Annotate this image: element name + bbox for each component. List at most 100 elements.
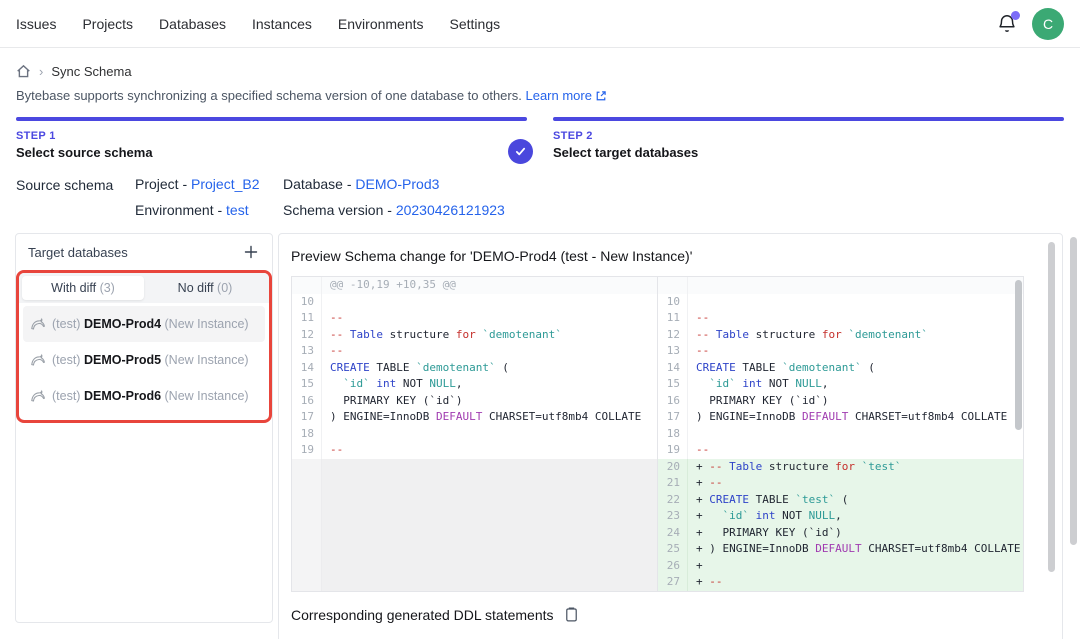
diff-added-line: 26+ — [658, 558, 1023, 575]
learn-more-link[interactable]: Learn more — [525, 88, 591, 103]
diff-line-code — [322, 426, 657, 443]
diff-line-code: PRIMARY KEY (`id`) — [322, 393, 657, 410]
external-link-icon — [595, 90, 607, 105]
diff-line-code: CREATE TABLE `demotenant` ( — [322, 360, 657, 377]
ddl-section-header: Corresponding generated DDL statements — [291, 606, 1050, 623]
home-icon[interactable] — [16, 64, 31, 79]
diff-line-code: + — [688, 558, 1023, 575]
diff-line-number: 24 — [658, 525, 688, 542]
add-target-database-button[interactable] — [242, 243, 260, 261]
nav-item-databases[interactable]: Databases — [159, 16, 226, 32]
notification-dot — [1011, 11, 1020, 20]
project-link[interactable]: Project_B2 — [191, 176, 259, 192]
diff-line-code: -- — [322, 442, 657, 459]
source-project-field: Project - Project_B2 — [135, 176, 283, 192]
diff-line-number: 26 — [658, 558, 688, 575]
diff-line-number: 18 — [658, 426, 688, 443]
tab-with-diff[interactable]: With diff (3) — [22, 276, 144, 300]
diff-line-number: 20 — [658, 459, 688, 476]
diff-line-number: 17 — [658, 409, 688, 426]
db-env: (test) — [52, 389, 84, 403]
diff-line-number: 27 — [658, 574, 688, 591]
schema-diff-viewer: @@ -10,19 +10,35 @@1011--12-- Table stru… — [291, 276, 1024, 592]
diff-line-code: + CREATE TABLE `test` ( — [688, 492, 1023, 509]
diff-line: 11-- — [292, 310, 657, 327]
diff-line-number: 14 — [292, 360, 322, 377]
diff-line: 15 `id` int NOT NULL, — [658, 376, 1023, 393]
schema-version-label: Schema version - — [283, 202, 396, 218]
diff-line: 12-- Table structure for `demotenant` — [658, 327, 1023, 344]
nav-item-settings[interactable]: Settings — [450, 16, 501, 32]
diff-hunk-row: @@ -10,19 +10,35 @@ — [292, 277, 657, 294]
diff-line-code: -- — [322, 310, 657, 327]
intro-text: Bytebase supports synchronizing a specif… — [16, 88, 1064, 105]
diff-line: 19-- — [292, 442, 657, 459]
database-link[interactable]: DEMO-Prod3 — [355, 176, 439, 192]
breadcrumb-page-title: Sync Schema — [51, 64, 131, 79]
breadcrumb: › Sync Schema — [16, 64, 1064, 79]
diff-line-code — [688, 277, 1023, 294]
diff-line-code: -- — [688, 343, 1023, 360]
main-content: Target databases With diff (3) No diff (… — [15, 233, 1063, 639]
db-name: DEMO-Prod6 — [84, 389, 161, 403]
step-2-bar — [553, 117, 1064, 121]
diff-line-code: -- — [688, 310, 1023, 327]
diff-line-number: 14 — [658, 360, 688, 377]
diff-line-code: + ) ENGINE=InnoDB DEFAULT CHARSET=utf8mb… — [688, 541, 1023, 558]
diff-line: 10 — [658, 294, 1023, 311]
diff-line-number: 22 — [658, 492, 688, 509]
diff-line-number — [292, 277, 322, 294]
page-scrollbar[interactable] — [1070, 237, 1077, 545]
nav-item-projects[interactable]: Projects — [82, 16, 133, 32]
tab-no-diff[interactable]: No diff (0) — [144, 276, 266, 300]
diff-line: 14CREATE TABLE `demotenant` ( — [292, 360, 657, 377]
panel-scrollbar[interactable] — [1048, 242, 1055, 572]
database-row-demo-prod6[interactable]: (test) DEMO-Prod6 (New Instance) — [23, 378, 265, 414]
nav-item-issues[interactable]: Issues — [16, 16, 56, 32]
source-environment-field: Environment - test — [135, 202, 283, 218]
environment-label: Environment - — [135, 202, 226, 218]
project-label: Project - — [135, 176, 191, 192]
db-name: DEMO-Prod5 — [84, 353, 161, 367]
diff-line-code — [688, 426, 1023, 443]
target-databases-header: Target databases — [16, 234, 272, 270]
db-env: (test) — [52, 353, 84, 367]
database-row-demo-prod4[interactable]: (test) DEMO-Prod4 (New Instance) — [23, 306, 265, 342]
diff-line-code: -- — [322, 343, 657, 360]
target-database-list: (test) DEMO-Prod4 (New Instance) (test) … — [19, 303, 269, 420]
diff-line-number: 15 — [292, 376, 322, 393]
mysql-icon — [30, 316, 46, 332]
diff-scrollbar[interactable] — [1015, 280, 1022, 430]
nav-right: C — [996, 8, 1064, 40]
database-row-demo-prod5[interactable]: (test) DEMO-Prod5 (New Instance) — [23, 342, 265, 378]
diff-line-number: 12 — [658, 327, 688, 344]
diff-line: 12-- Table structure for `demotenant` — [292, 327, 657, 344]
diff-line-number: 15 — [658, 376, 688, 393]
source-schema-grid: Project - Project_B2 Database - DEMO-Pro… — [135, 176, 505, 218]
diff-added-line: 22+ CREATE TABLE `test` ( — [658, 492, 1023, 509]
db-suffix: (New Instance) — [161, 317, 249, 331]
diff-added-line: 24+ PRIMARY KEY (`id`) — [658, 525, 1023, 542]
step-indicator: STEP 1 Select source schema STEP 2 Selec… — [16, 117, 1064, 160]
diff-line-code: PRIMARY KEY (`id`) — [688, 393, 1023, 410]
source-schema-summary: Source schema Project - Project_B2 Datab… — [16, 176, 1064, 218]
schema-version-link[interactable]: 20230426121923 — [396, 202, 505, 218]
avatar[interactable]: C — [1032, 8, 1064, 40]
annotation-highlight: With diff (3) No diff (0) (test) DEMO-Pr… — [16, 270, 272, 423]
diff-line-number: 13 — [658, 343, 688, 360]
diff-line: 13-- — [292, 343, 657, 360]
diff-empty-filler — [292, 459, 657, 592]
tab-no-diff-label: No diff — [178, 281, 217, 295]
diff-line-number: 16 — [292, 393, 322, 410]
diff-line-code: + -- Table structure for `test` — [688, 459, 1023, 476]
nav-item-environments[interactable]: Environments — [338, 16, 424, 32]
target-databases-panel: Target databases With diff (3) No diff (… — [15, 233, 273, 623]
diff-added-line: 25+ ) ENGINE=InnoDB DEFAULT CHARSET=utf8… — [658, 541, 1023, 558]
step-1-eyebrow: STEP 1 — [16, 130, 527, 142]
environment-link[interactable]: test — [226, 202, 249, 218]
nav-item-instances[interactable]: Instances — [252, 16, 312, 32]
copy-ddl-icon[interactable] — [563, 606, 580, 623]
notification-bell-icon[interactable] — [996, 13, 1018, 35]
diff-line-number: 10 — [658, 294, 688, 311]
schema-preview-panel: Preview Schema change for 'DEMO-Prod4 (t… — [278, 233, 1063, 639]
